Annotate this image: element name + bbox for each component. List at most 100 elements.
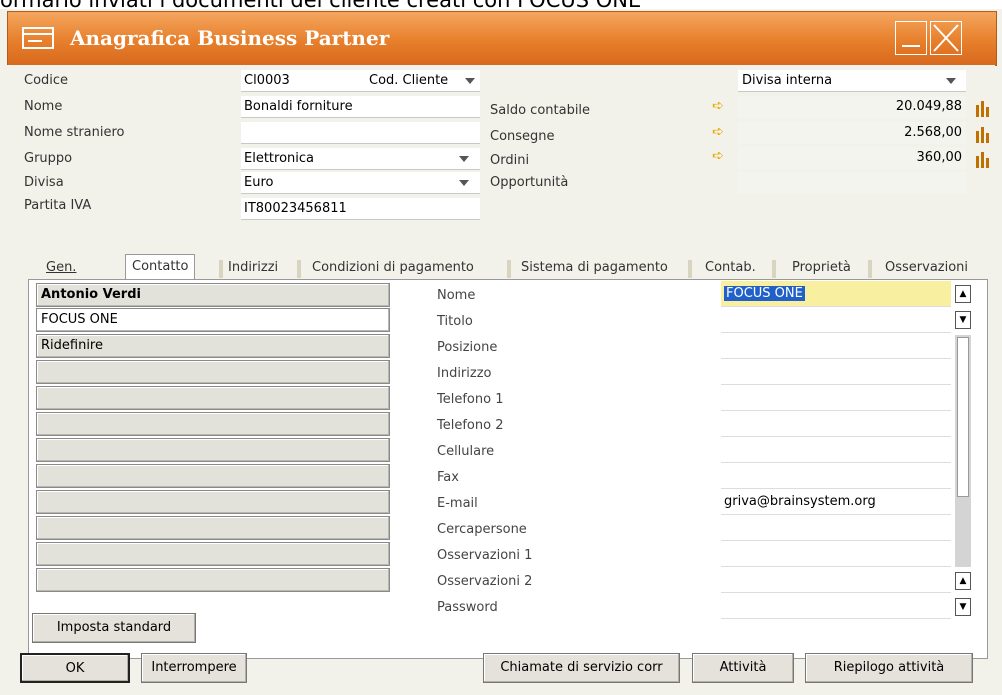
consegne-label: Consegne — [490, 129, 555, 144]
chart-icon[interactable] — [975, 99, 991, 117]
tab-separator — [868, 260, 872, 278]
ok-button[interactable]: OK — [20, 653, 130, 683]
detail-field[interactable] — [721, 541, 951, 567]
cod-type-select[interactable]: Cod. Cliente — [365, 70, 480, 92]
window-title: Anagrafica Business Partner — [70, 26, 390, 50]
tab-osservazioni[interactable]: Osservazioni — [885, 256, 968, 280]
business-partner-window: Anagrafica Business Partner Codice Cl000… — [0, 9, 1002, 695]
scrollbar-thumb[interactable] — [957, 337, 969, 497]
gruppo-label: Gruppo — [24, 151, 73, 166]
partita-iva-label: Partita IVA — [24, 198, 92, 213]
nome-label: Nome — [24, 99, 63, 114]
detail-field[interactable] — [721, 411, 951, 437]
tab-proprieta[interactable]: Proprietà — [792, 256, 851, 280]
nome-straniero-field[interactable] — [241, 122, 480, 144]
minimize-icon[interactable] — [895, 21, 927, 55]
contact-item-empty[interactable] — [36, 360, 390, 384]
contact-item[interactable]: FOCUS ONE — [36, 308, 390, 332]
detail-label: Indirizzo — [437, 366, 492, 381]
chart-icon[interactable] — [975, 125, 991, 143]
detail-label: Password — [437, 600, 498, 615]
contact-item[interactable]: Ridefinire — [36, 334, 390, 358]
chart-icon[interactable] — [975, 150, 991, 168]
tab-separator — [297, 260, 301, 278]
consegne-value: 2.568,00 — [738, 122, 966, 144]
opportunita-value — [738, 172, 966, 194]
cod-type-value: Cod. Cliente — [369, 73, 449, 88]
tab-separator — [219, 260, 223, 278]
codice-label: Codice — [24, 73, 69, 88]
detail-field[interactable] — [721, 567, 951, 593]
gruppo-value: Elettronica — [244, 151, 314, 166]
contact-item-empty[interactable] — [36, 412, 390, 436]
contact-item-empty[interactable] — [36, 464, 390, 488]
gruppo-select[interactable]: Elettronica — [241, 148, 480, 170]
tab-contab[interactable]: Contab. — [705, 256, 756, 280]
contact-item-empty[interactable] — [36, 568, 390, 592]
tab-contatto[interactable]: Contatto — [125, 254, 196, 279]
detail-label: Telefono 1 — [437, 392, 504, 407]
link-arrow-icon[interactable]: ➪ — [712, 124, 724, 140]
scroll-down-icon[interactable]: ▼ — [955, 598, 971, 616]
ordini-value: 360,00 — [738, 147, 966, 169]
detail-field[interactable] — [721, 437, 951, 463]
contact-item-empty[interactable] — [36, 542, 390, 566]
tab-separator — [507, 260, 511, 278]
contact-item-empty[interactable] — [36, 386, 390, 410]
cancel-button[interactable]: Interrompere — [141, 653, 247, 683]
divisa-label: Divisa — [24, 175, 64, 190]
tab-sistema-pagamento[interactable]: Sistema di pagamento — [521, 256, 668, 280]
activity-summary-button[interactable]: Riepilogo attività — [805, 653, 973, 683]
tab-gen-label: Gen. — [46, 260, 77, 275]
activity-button[interactable]: Attività — [692, 653, 794, 683]
detail-label: Fax — [437, 470, 459, 485]
contact-item-empty[interactable] — [36, 490, 390, 514]
contact-item-empty[interactable] — [36, 438, 390, 462]
divisa-value: Euro — [244, 175, 274, 190]
chevron-down-icon — [459, 180, 469, 186]
divisa-select[interactable]: Euro — [241, 172, 480, 194]
chevron-down-icon — [465, 78, 475, 84]
contact-item-empty[interactable] — [36, 516, 390, 540]
detail-field[interactable] — [721, 515, 951, 541]
link-arrow-icon[interactable]: ➪ — [712, 98, 724, 114]
partita-iva-field[interactable]: IT80023456811 — [241, 198, 480, 220]
detail-label: Nome — [437, 288, 476, 303]
tab-separator — [688, 260, 692, 278]
detail-nome-field[interactable]: FOCUS ONE — [721, 281, 951, 307]
ordini-label: Ordini — [490, 153, 530, 168]
detail-field[interactable]: griva@brainsystem.org — [721, 489, 951, 515]
window-icon — [22, 27, 54, 49]
tab-gen[interactable]: Gen. — [46, 256, 76, 280]
tab-separator — [772, 260, 776, 278]
detail-field[interactable] — [721, 333, 951, 359]
detail-label: Osservazioni 2 — [437, 574, 533, 589]
detail-value-selected: FOCUS ONE — [724, 286, 805, 301]
scroll-up-icon[interactable]: ▲ — [955, 285, 971, 303]
nome-field[interactable]: Bonaldi forniture — [241, 96, 480, 118]
chevron-down-icon — [946, 78, 956, 84]
opportunita-label: Opportunità — [490, 175, 569, 190]
detail-field[interactable] — [721, 463, 951, 489]
detail-field[interactable] — [721, 593, 951, 619]
detail-label: Titolo — [437, 314, 473, 329]
detail-label: E-mail — [437, 496, 478, 511]
chevron-down-icon — [459, 156, 469, 162]
scroll-down-icon[interactable]: ▼ — [955, 311, 971, 329]
codice-field[interactable]: Cl0003 — [241, 70, 365, 92]
currency-select[interactable]: Divisa interna — [738, 70, 966, 92]
nome-straniero-label: Nome straniero — [24, 125, 125, 140]
scroll-up-icon[interactable]: ▲ — [955, 572, 971, 590]
close-icon[interactable] — [930, 21, 962, 55]
tab-indirizzi[interactable]: Indirizzi — [228, 256, 278, 280]
detail-label: Osservazioni 1 — [437, 548, 533, 563]
detail-field[interactable] — [721, 385, 951, 411]
title-bar[interactable]: Anagrafica Business Partner — [7, 11, 997, 66]
service-calls-button[interactable]: Chiamate di servizio corr — [483, 653, 680, 683]
set-default-button[interactable]: Imposta standard — [32, 613, 196, 643]
link-arrow-icon[interactable]: ➪ — [712, 148, 724, 164]
detail-field[interactable] — [721, 359, 951, 385]
tab-condizioni-pagamento[interactable]: Condizioni di pagamento — [312, 256, 474, 280]
detail-field[interactable] — [721, 307, 951, 333]
contact-item[interactable]: Antonio Verdi — [36, 283, 390, 307]
